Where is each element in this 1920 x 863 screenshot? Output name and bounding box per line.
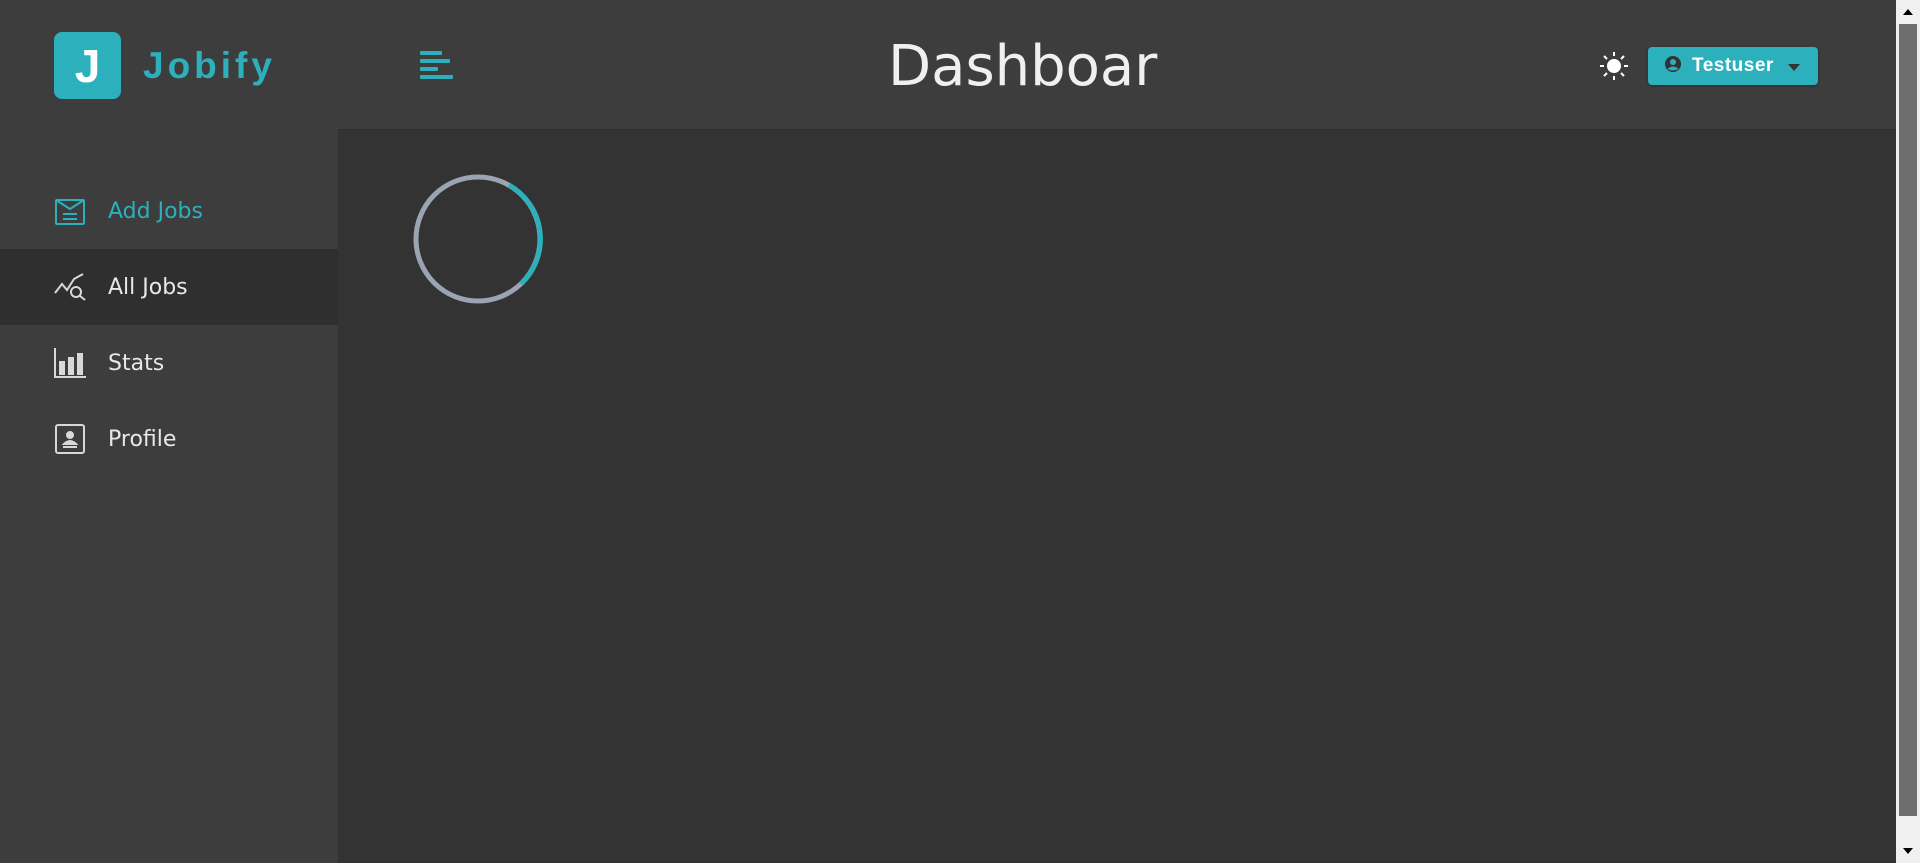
caret-down-icon bbox=[1787, 57, 1800, 76]
logo-text: Jobify bbox=[143, 44, 276, 86]
main-content bbox=[338, 131, 1896, 863]
sidebar-item-add-jobs[interactable]: Add Jobs bbox=[0, 173, 338, 249]
sidebar-item-profile[interactable]: Profile bbox=[0, 401, 338, 477]
user-menu-button[interactable]: Testuser bbox=[1648, 47, 1818, 85]
scroll-down-icon[interactable] bbox=[1896, 841, 1920, 861]
vertical-scrollbar[interactable] bbox=[1896, 0, 1920, 863]
all-jobs-icon bbox=[54, 271, 86, 303]
sidebar-item-label: Profile bbox=[108, 426, 177, 452]
sun-icon[interactable] bbox=[1598, 50, 1630, 82]
logo[interactable]: J Jobify bbox=[54, 32, 276, 99]
menu-toggle-icon[interactable] bbox=[418, 48, 454, 84]
user-name: Testuser bbox=[1692, 55, 1774, 76]
sidebar-item-label: Stats bbox=[108, 350, 165, 376]
page-title: Dashboar bbox=[888, 34, 1158, 99]
top-navbar: Dashboar Testuser bbox=[338, 0, 1896, 130]
add-job-icon bbox=[54, 195, 86, 227]
sidebar-item-stats[interactable]: Stats bbox=[0, 325, 338, 401]
loading-spinner-icon bbox=[413, 174, 543, 304]
scroll-thumb[interactable] bbox=[1899, 24, 1917, 816]
scroll-up-icon[interactable] bbox=[1896, 2, 1920, 22]
sidebar: J Jobify Add Jobs All Jobs Stats Profile bbox=[0, 0, 338, 863]
user-circle-icon bbox=[1664, 55, 1682, 77]
sidebar-item-label: Add Jobs bbox=[108, 198, 203, 224]
logo-mark: J bbox=[54, 32, 121, 99]
stats-icon bbox=[54, 347, 86, 379]
sidebar-nav: Add Jobs All Jobs Stats Profile bbox=[0, 173, 338, 477]
app-root: J Jobify Add Jobs All Jobs Stats Profile… bbox=[0, 0, 1896, 863]
profile-icon bbox=[54, 423, 86, 455]
sidebar-item-all-jobs[interactable]: All Jobs bbox=[0, 249, 338, 325]
sidebar-item-label: All Jobs bbox=[108, 274, 188, 300]
